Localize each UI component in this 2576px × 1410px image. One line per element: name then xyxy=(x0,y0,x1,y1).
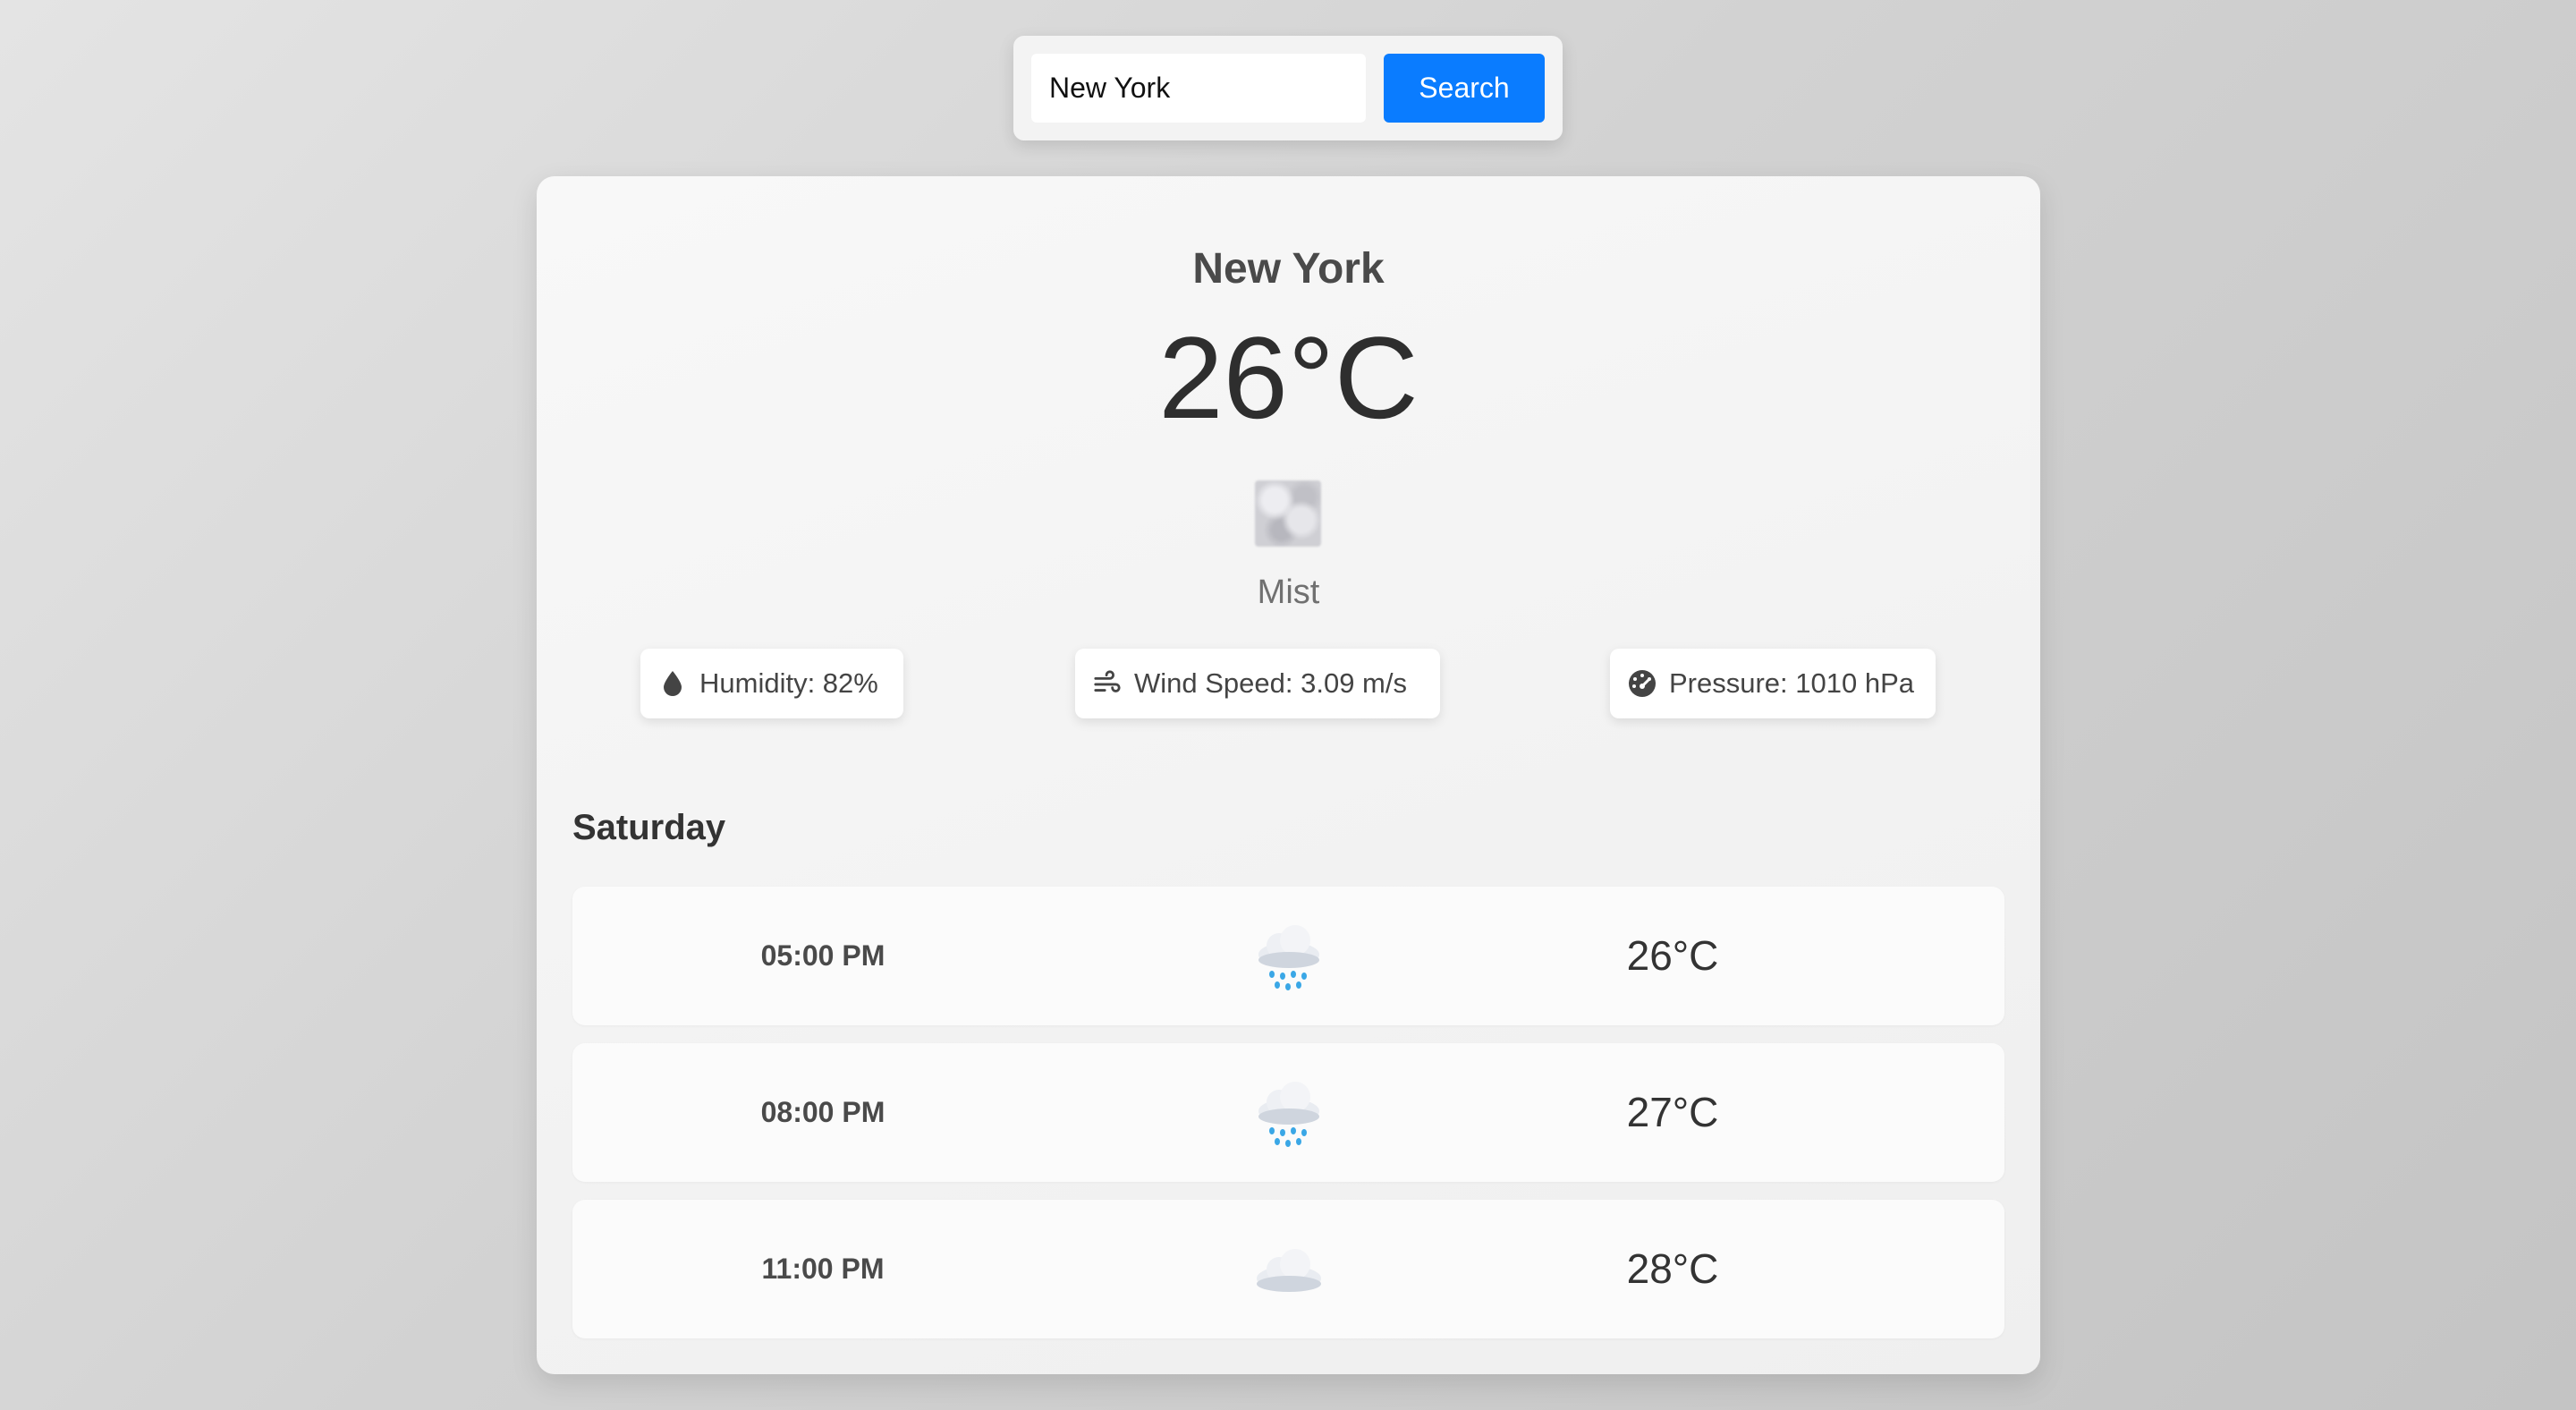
search-bar: Search xyxy=(1013,36,1563,140)
weather-description: Mist xyxy=(1257,573,1320,611)
humidity-stat: Humidity: 82% xyxy=(640,649,903,718)
rain-cloud-icon xyxy=(1252,921,1326,994)
forecast-day-heading: Saturday xyxy=(572,808,726,847)
wind-speed-stat: Wind Speed: 3.09 m/s xyxy=(1075,649,1440,718)
city-name: New York xyxy=(1192,245,1385,293)
rain-cloud-icon xyxy=(1252,1077,1326,1151)
pressure-label: Pressure: 1010 hPa xyxy=(1669,667,1915,699)
cloud-icon xyxy=(1252,1234,1326,1307)
forecast-row: 08:00 PM 27°C xyxy=(572,1043,2004,1182)
current-temperature: 26°C xyxy=(1158,312,1419,443)
wind-speed-label: Wind Speed: 3.09 m/s xyxy=(1134,667,1407,699)
droplet-icon xyxy=(658,669,687,698)
forecast-time: 08:00 PM xyxy=(760,1096,886,1128)
gauge-icon xyxy=(1628,669,1657,698)
weather-card: New York 26°C Mist Humidity: 82% Wind Sp… xyxy=(537,176,2040,1374)
forecast-time: 05:00 PM xyxy=(760,939,886,972)
forecast-temperature: 28°C xyxy=(1626,1245,1719,1292)
forecast-row: 11:00 PM 28°C xyxy=(572,1200,2004,1338)
forecast-row: 05:00 PM 26°C xyxy=(572,887,2004,1025)
wind-icon xyxy=(1093,669,1122,698)
pressure-stat: Pressure: 1010 hPa xyxy=(1610,649,1936,718)
search-button[interactable]: Search xyxy=(1384,54,1545,123)
forecast-list: 05:00 PM 26°C 08:00 PM 27°C 11:00 PM 28°… xyxy=(572,887,2004,1356)
forecast-time: 11:00 PM xyxy=(761,1253,885,1285)
forecast-temperature: 26°C xyxy=(1626,932,1719,979)
forecast-temperature: 27°C xyxy=(1626,1089,1719,1135)
humidity-label: Humidity: 82% xyxy=(699,667,878,699)
mist-image xyxy=(1255,480,1321,547)
city-search-input[interactable] xyxy=(1031,54,1366,123)
